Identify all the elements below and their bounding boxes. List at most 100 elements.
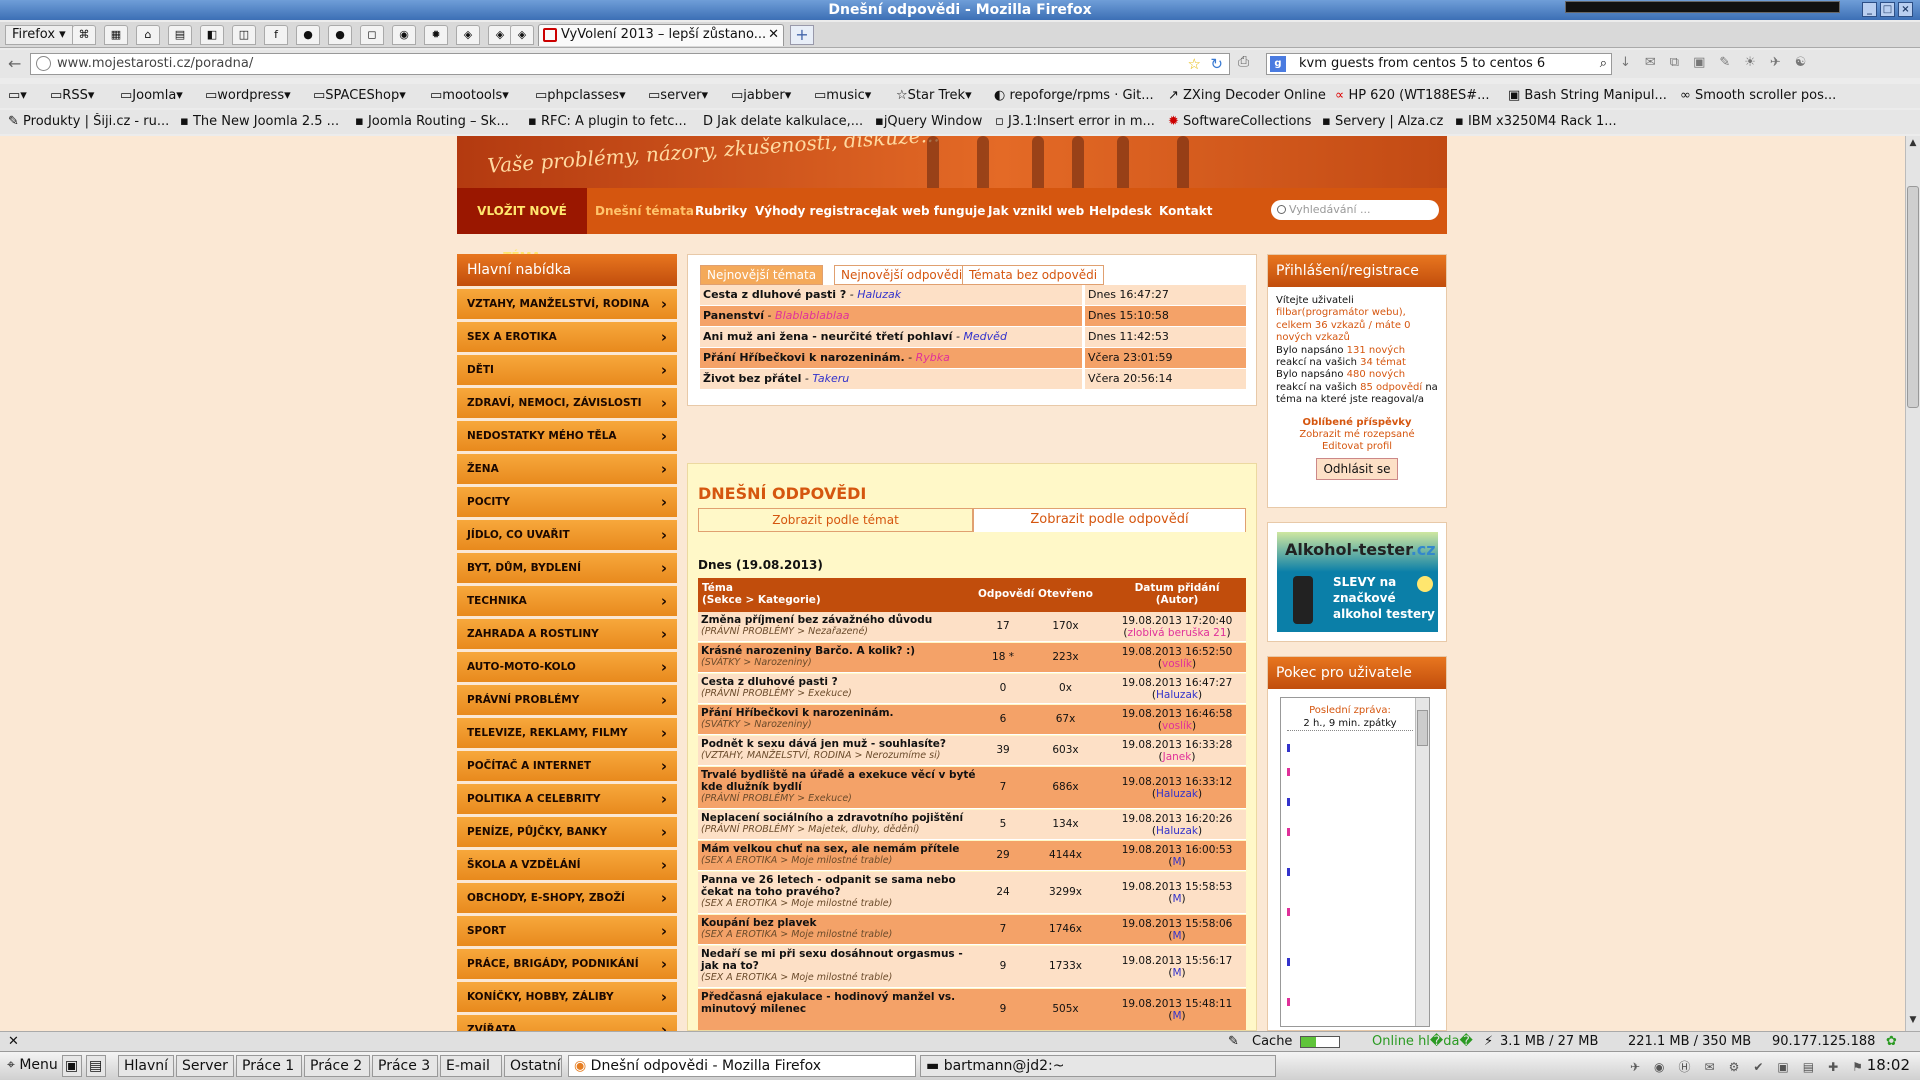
nav-registration-benefits[interactable]: Výhody registrace — [755, 188, 878, 234]
logout-button[interactable]: Odhlásit se — [1316, 457, 1398, 480]
pinned-tab-icon[interactable]: ◈ — [456, 25, 480, 45]
answer-row[interactable]: Krásné narozeniny Barčo. A kolik? :) (SVÁ… — [698, 643, 1246, 673]
newest-row[interactable]: Ani muž ani žena - neurčité třetí pohlav… — [700, 327, 1246, 347]
bookmark-link[interactable]: ↗ ZXing Decoder Online — [1168, 87, 1328, 105]
newest-row[interactable]: Přání Hříbečkovi k narozeninám. - Rybka V… — [700, 348, 1246, 368]
chat-scroll-thumb[interactable] — [1417, 710, 1428, 746]
alkohol-tester-ad[interactable]: Alkohol-tester.cz SLEVY na značkové alkoho… — [1277, 532, 1438, 632]
author-link[interactable]: Haluzak — [1156, 788, 1198, 800]
new-reactions-link[interactable]: 131 nových — [1347, 345, 1405, 356]
bookmark-link[interactable]: D Jak delate kalkulace,... — [703, 113, 868, 131]
favorite-posts-link[interactable]: Oblíbené příspěvky — [1276, 417, 1438, 429]
bookmark-link[interactable]: ▪ RFC: A plugin to fetc... — [528, 113, 693, 131]
pinned-tab-icon[interactable]: ▦ — [104, 25, 128, 45]
newest-row[interactable]: Život bez přátel - Takeru Včera 20:56:14 — [700, 369, 1246, 389]
sidebar-item[interactable]: POCITY — [457, 487, 677, 517]
sidebar-item[interactable]: PRÁVNÍ PROBLÉMY — [457, 685, 677, 715]
author-link[interactable]: Janek — [1163, 751, 1192, 763]
pinned-tab-icon[interactable]: ◉ — [392, 25, 416, 45]
taskbar-window-firefox[interactable]: ◉ Dnešní odpovědi - Mozilla Firefox — [568, 1055, 916, 1077]
answer-topic[interactable]: Trvalé bydliště na úřadě a exekuce věcí … — [701, 769, 981, 805]
author-link[interactable]: M — [1172, 1010, 1181, 1022]
reload-icon[interactable]: ↻ — [1210, 54, 1223, 74]
pinned-tab-icon[interactable]: ⌘ — [72, 25, 96, 45]
bookmark-folder[interactable]: ▭RSS▾ — [50, 87, 105, 105]
answer-row[interactable]: Podnět k sexu dává jen muž - souhlasíte?… — [698, 736, 1246, 766]
show-by-topics-button[interactable]: Zobrazit podle témat — [698, 508, 973, 532]
taskbar-window-terminal[interactable]: ▬ bartmann@jd2:~ — [920, 1055, 1276, 1077]
answer-row[interactable]: Přání Hříbečkovi k narozeninám. (SVÁTKY >… — [698, 705, 1246, 735]
new-tab-button[interactable]: + — [790, 25, 814, 45]
sidebar-item[interactable]: ZDRAVÍ, NEMOCI, ZÁVISLOSTI — [457, 388, 677, 418]
unfinished-posts-link[interactable]: Zobrazit mé rozepsané — [1276, 429, 1438, 441]
author-link[interactable]: M — [1172, 893, 1181, 905]
author-link[interactable]: voslík — [1162, 720, 1192, 732]
answer-row[interactable]: Cesta z dluhové pasti ? (PRÁVNÍ PROBLÉMY … — [698, 674, 1246, 704]
bookmark-link[interactable]: ▪jQuery Window — [875, 113, 987, 131]
answer-topic[interactable]: Předčasná ejakulace - hodinový manžel vs… — [701, 991, 981, 1015]
bookmark-link[interactable]: ▪ Joomla Routing – Sk... — [355, 113, 520, 131]
bookmark-folder[interactable]: ▭wordpress▾ — [205, 87, 310, 105]
my-answers-link[interactable]: 85 odpovědí — [1360, 382, 1422, 393]
sidebar-item[interactable]: PRÁCE, BRIGÁDY, PODNIKÁNÍ — [457, 949, 677, 979]
bookmarks-menu-icon[interactable]: ▭▾ — [8, 87, 27, 105]
answer-topic[interactable]: Změna příjmení bez závažného důvodu (PRÁV… — [701, 614, 981, 638]
minimize-icon[interactable]: _ — [1862, 2, 1877, 17]
chat-messages-pane[interactable]: Poslední zpráva: 2 h., 9 min. zpátky — [1280, 697, 1430, 1027]
author-link[interactable]: M — [1172, 930, 1181, 942]
search-box[interactable]: g kvm guests from centos 5 to centos 6 ⌕ — [1266, 53, 1612, 75]
start-menu-button[interactable]: ⌖ Menu — [2, 1055, 58, 1077]
sidebar-item[interactable]: SEX A EROTIKA — [457, 322, 677, 352]
back-arrow-icon[interactable]: ← — [8, 54, 21, 73]
toolbar-addon-icons[interactable]: ↓✉⧉▣✎☀✈☯ — [1620, 55, 1820, 70]
close-window-icon[interactable]: × — [1898, 2, 1913, 17]
chat-scrollbar[interactable] — [1415, 698, 1429, 1026]
answer-topic[interactable]: Přání Hříbečkovi k narozeninám. (SVÁTKY >… — [701, 707, 981, 731]
workspace-button[interactable]: Hlavní — [118, 1055, 174, 1077]
answer-topic[interactable]: Podnět k sexu dává jen muž - souhlasíte?… — [701, 738, 981, 762]
pinned-tab-icon[interactable]: ◈ — [488, 25, 512, 45]
active-tab[interactable]: VyVolení 2013 – lepší zůstano... ✕ — [538, 24, 784, 46]
sidebar-item[interactable]: POLITIKA A CELEBRITY — [457, 784, 677, 814]
nav-rubrics[interactable]: Rubriky — [695, 188, 747, 234]
bookmark-folder[interactable]: ▭jabber▾ — [731, 87, 803, 105]
workspace-button[interactable]: Práce 1 — [236, 1055, 302, 1077]
sidebar-item[interactable]: ŽENA — [457, 454, 677, 484]
pinned-tab-icon[interactable]: ▤ — [168, 25, 192, 45]
bookmark-folder[interactable]: ▭Joomla▾ — [120, 87, 195, 105]
close-tab-icon[interactable]: ✕ — [768, 25, 779, 45]
pinned-tab-icon[interactable]: ◈ — [510, 25, 534, 45]
author-link[interactable]: Rybka — [916, 351, 950, 364]
bookmark-link[interactable]: ▪ The New Joomla 2.5 ... — [180, 113, 345, 131]
workspace-button[interactable]: Server — [176, 1055, 234, 1077]
answer-row[interactable]: Panna ve 26 letech - odpanit se sama neb… — [698, 872, 1246, 914]
pinned-tab-icon[interactable]: ⌂ — [136, 25, 160, 45]
show-by-answers-button[interactable]: Zobrazit podle odpovědí — [973, 508, 1246, 532]
answer-row[interactable]: Trvalé bydliště na úřadě a exekuce věcí … — [698, 767, 1246, 809]
new-topic-button[interactable]: VLOŽIT NOVÉ TÉMA — [457, 188, 587, 264]
show-desktop-icon[interactable]: ▣ — [62, 1055, 82, 1077]
newest-row[interactable]: Panenství - Blablablablaa Dnes 15:10:58 — [700, 306, 1246, 326]
pinned-tab-icon[interactable]: ◧ — [200, 25, 224, 45]
bookmark-link[interactable]: ∞ Smooth scroller pos... — [1680, 87, 1840, 105]
sidebar-item[interactable]: JÍDLO, CO UVAŘIT — [457, 520, 677, 550]
close-findbar-icon[interactable]: ✕ — [8, 1032, 19, 1051]
workspace-button[interactable]: Práce 3 — [372, 1055, 438, 1077]
bookmark-folder[interactable]: ▭phpclasses▾ — [535, 87, 639, 105]
my-topics-link[interactable]: 34 témat — [1360, 357, 1406, 368]
answer-topic[interactable]: Krásné narozeniny Barčo. A kolik? :) (SVÁ… — [701, 645, 981, 669]
site-search-input[interactable]: Vyhledávání ... — [1271, 200, 1439, 220]
author-link[interactable]: voslík — [1162, 658, 1192, 670]
bookmark-link[interactable]: ✎ Produkty | Šiji.cz - ru... — [8, 113, 173, 131]
sidebar-item[interactable]: ŠKOLA A VZDĚLÁNÍ — [457, 850, 677, 880]
answer-topic[interactable]: Nedaří se mi při sexu dosáhnout orgasmus… — [701, 948, 981, 984]
pinned-tab-icon[interactable]: ◻ — [360, 25, 384, 45]
firefox-menu-button[interactable]: Firefox ▾ — [5, 25, 73, 45]
terminal-launcher-icon[interactable]: ▤ — [86, 1055, 106, 1077]
scroll-up-icon[interactable]: ▲ — [1906, 138, 1920, 152]
author-link[interactable]: Medvěd — [963, 330, 1007, 343]
answer-row[interactable]: Předčasná ejakulace - hodinový manžel vs… — [698, 989, 1246, 1030]
page-scrollbar[interactable]: ▲ ▼ — [1905, 136, 1920, 1031]
sidebar-item[interactable]: VZTAHY, MANŽELSTVÍ, RODINA — [457, 289, 677, 319]
answer-topic[interactable]: Mám velkou chuť na sex, ale nemám přítel… — [701, 843, 981, 867]
